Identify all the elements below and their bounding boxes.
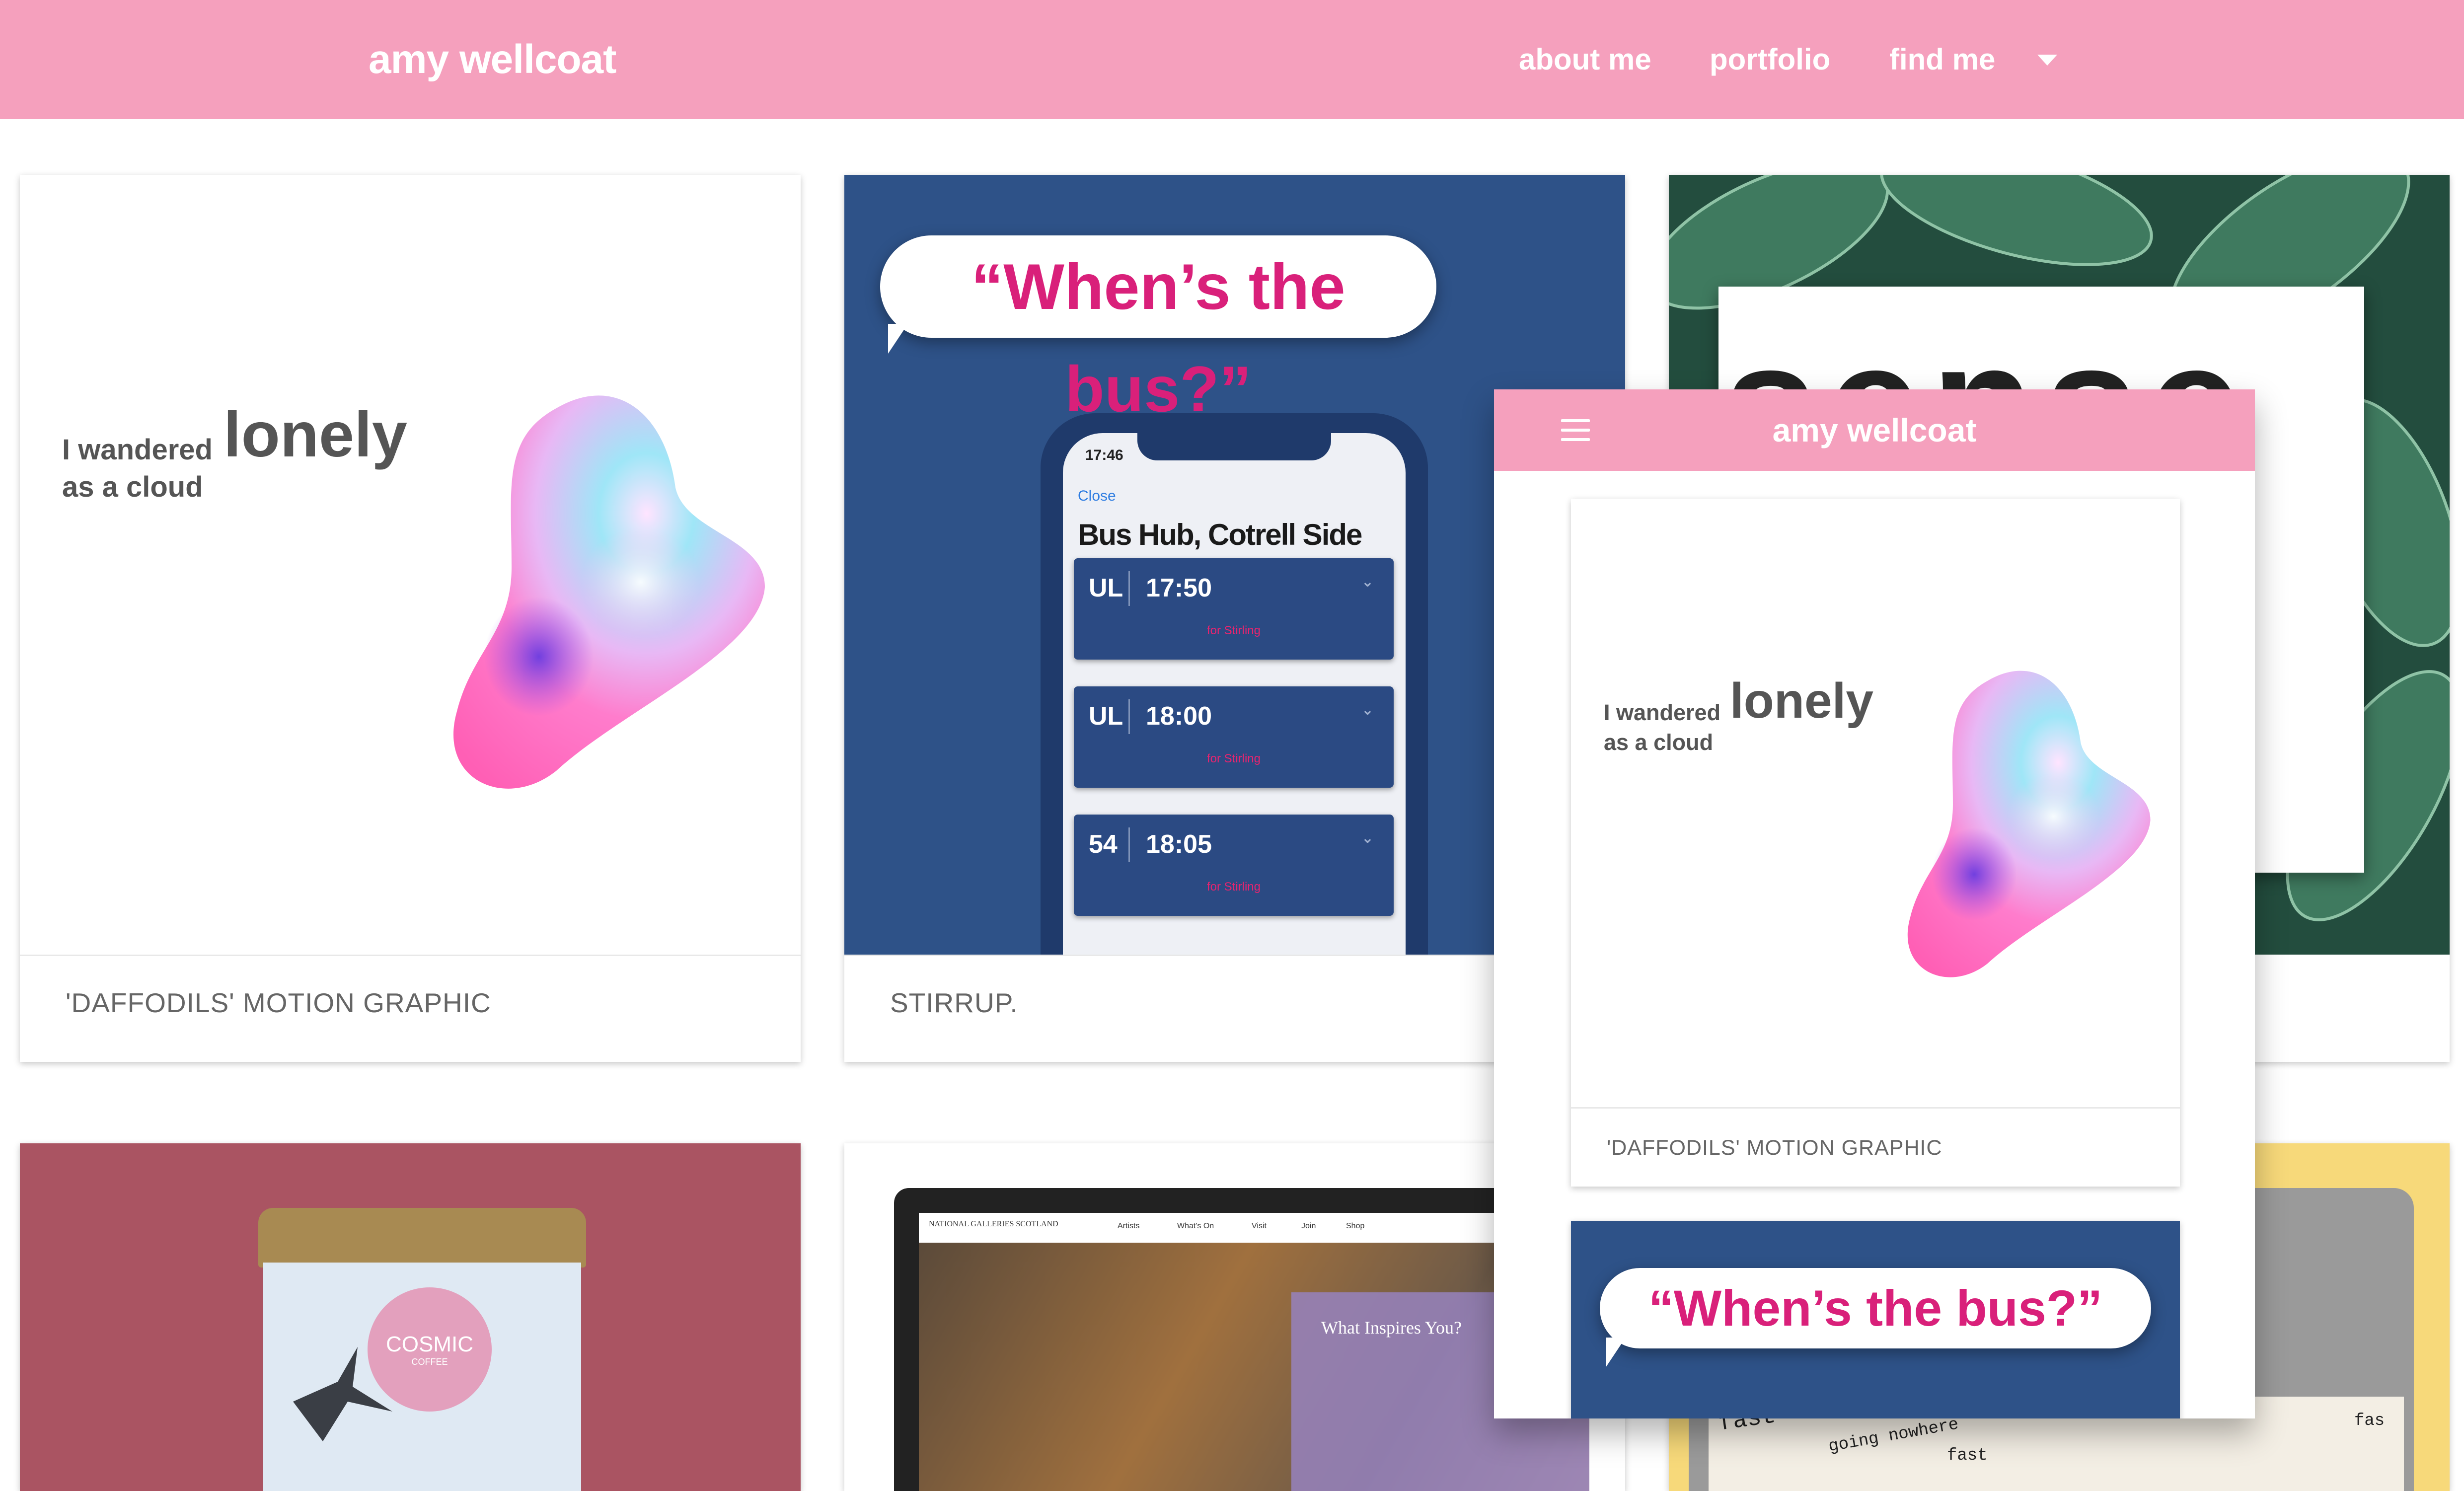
nav-find-me[interactable]: find me	[1889, 30, 1995, 89]
bus-row[interactable]: 54 18:05 ⌄ for Stirling	[1074, 815, 1394, 916]
card-image: COSMIC COFFEE	[20, 1143, 801, 1491]
chevron-down-icon: ⌄	[1361, 702, 1374, 718]
site-menu-item: Join	[1301, 1222, 1316, 1230]
art-text-lonely: lonely	[1730, 673, 1873, 729]
card-image: I wandered lonely as a cloud	[20, 175, 801, 955]
laptop-screen: NATIONAL GALLERIES SCOTLAND Artists What…	[919, 1213, 1589, 1491]
bus-time: 18:05	[1146, 830, 1212, 859]
bus-destination: for Stirling	[1206, 880, 1261, 894]
laptop-frame: NATIONAL GALLERIES SCOTLAND Artists What…	[894, 1188, 1589, 1491]
art-text-line2: as a cloud	[62, 471, 203, 503]
bus-route: UL	[1089, 702, 1123, 731]
inspires-title: What Inspires You?	[1321, 1318, 1462, 1338]
tin-lid	[258, 1208, 586, 1267]
bus-row[interactable]: UL 18:00 ⌄ for Stirling	[1074, 686, 1394, 788]
site-logo: NATIONAL GALLERIES SCOTLAND	[929, 1220, 1058, 1228]
mobile-card-daffodils[interactable]: I wandered lonely as a cloud 'DAFFODILS'…	[1571, 499, 2180, 1187]
site-menu-item: Shop	[1346, 1222, 1365, 1230]
bus-divider	[1128, 699, 1130, 734]
bus-row[interactable]: UL 17:50 ⌄ for Stirling	[1074, 558, 1394, 660]
phone-clock: 17:46	[1085, 447, 1123, 463]
caption-text: 'DAFFODILS' MOTION GRAPHIC	[66, 987, 491, 1018]
art-text-lonely: lonely	[224, 399, 407, 470]
mobile-preview: amy wellcoat I wandered lonely as a clou…	[1494, 389, 2255, 1418]
gradient-blob	[1907, 671, 2151, 977]
stop-title: Bus Hub, Cotrell Side	[1078, 518, 1362, 551]
site-menu-item: Visit	[1252, 1222, 1267, 1230]
chevron-down-icon: ⌄	[1361, 574, 1374, 590]
caption-text: STIRRUP.	[890, 987, 1018, 1018]
card-caption: 'DAFFODILS' MOTION GRAPHIC	[1571, 1107, 2180, 1187]
speech-bubble: “When’s the bus?”	[1600, 1268, 2151, 1348]
bus-destination: for Stirling	[1206, 752, 1261, 765]
poster-word: fas	[2354, 1412, 2385, 1430]
top-navbar: amy wellcoat about me portfolio find me	[0, 0, 2464, 119]
bus-route: 54	[1089, 830, 1118, 859]
site-brand[interactable]: amy wellcoat	[369, 30, 616, 89]
tin-body: COSMIC COFFEE	[263, 1263, 581, 1491]
art-text-line1: I wandered	[62, 434, 213, 466]
site-menu-item: What's On	[1177, 1222, 1214, 1230]
poster-word: fast	[1947, 1446, 1988, 1465]
phone-notch	[1137, 433, 1331, 460]
portfolio-card-daffodils[interactable]: I wandered lonely as a cloud 'DAFFODILS'…	[20, 175, 801, 1062]
bus-time: 18:00	[1146, 702, 1212, 731]
speech-bubble-tail	[888, 324, 908, 354]
mobile-brand[interactable]: amy wellcoat	[1494, 400, 2255, 460]
mobile-card-stirrup[interactable]: “When’s the bus?”	[1571, 1221, 2180, 1418]
chevron-down-icon: ⌄	[1361, 830, 1374, 846]
speech-bubble-tail	[1606, 1338, 1626, 1367]
nav-portfolio[interactable]: portfolio	[1710, 30, 1830, 89]
caret-down-icon[interactable]	[2037, 55, 2057, 66]
poster-word: going nowhere	[1827, 1415, 1960, 1457]
bird-icon	[293, 1347, 392, 1441]
bus-divider	[1128, 827, 1130, 862]
portfolio-card-cosmic-coffee[interactable]: COSMIC COFFEE	[20, 1143, 801, 1491]
speech-bubble: “When’s the bus?”	[880, 235, 1436, 425]
caption-text: 'DAFFODILS' MOTION GRAPHIC	[1607, 1136, 1942, 1160]
close-link[interactable]: Close	[1078, 488, 1116, 505]
gradient-blob	[453, 395, 765, 789]
art-text-line2: as a cloud	[1604, 730, 1714, 755]
site-menu-item: Artists	[1118, 1222, 1140, 1230]
bus-divider	[1128, 571, 1130, 606]
bus-destination: for Stirling	[1206, 624, 1261, 637]
art-text-line1: I wandered	[1604, 700, 1721, 725]
phone-mockup: 17:46 Close Bus Hub, Cotrell Side UL 17:…	[1041, 413, 1428, 955]
mobile-navbar: amy wellcoat	[1494, 389, 2255, 471]
phone-screen: 17:46 Close Bus Hub, Cotrell Side UL 17:…	[1063, 433, 1406, 955]
card-caption: 'DAFFODILS' MOTION GRAPHIC	[20, 955, 801, 1062]
bus-route: UL	[1089, 574, 1123, 602]
site-topbar: NATIONAL GALLERIES SCOTLAND Artists What…	[919, 1213, 1589, 1244]
card-image: I wandered lonely as a cloud	[1571, 499, 2180, 1107]
nav-about-me[interactable]: about me	[1519, 30, 1651, 89]
bus-time: 17:50	[1146, 574, 1212, 602]
